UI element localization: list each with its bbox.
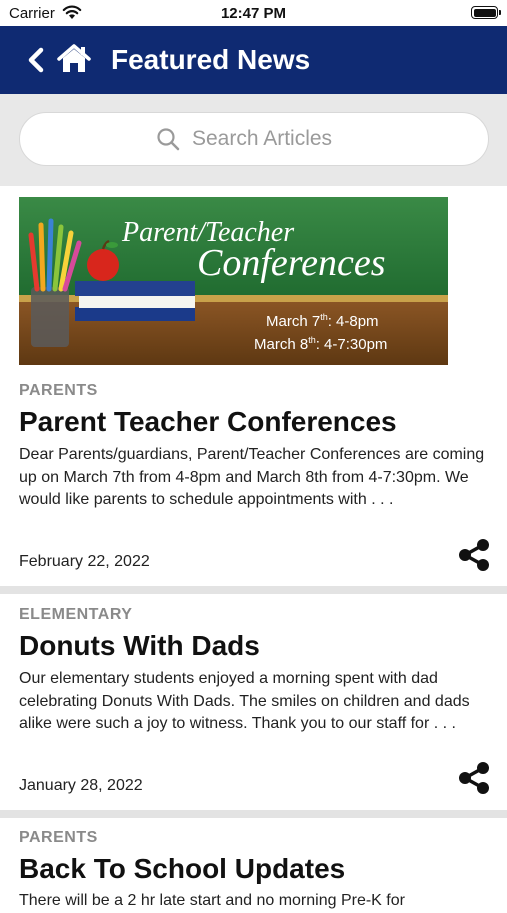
home-icon[interactable] [57, 44, 91, 74]
share-icon[interactable] [457, 761, 491, 795]
article-excerpt: There will be a 2 hr late start and no m… [19, 892, 405, 909]
article-date: February 22, 2022 [19, 553, 150, 570]
article-excerpt: Dear Parents/guardians, Parent/Teacher C… [19, 446, 485, 508]
article-excerpt: Our elementary students enjoyed a mornin… [19, 670, 470, 732]
article-title[interactable]: Back To School Updates [19, 853, 345, 885]
status-bar: Carrier 12:47 PM [0, 0, 507, 26]
banner-date-2: March 8th: 4-7:30pm [254, 335, 387, 353]
search-area [0, 94, 507, 186]
banner-title-line2: Conferences [197, 242, 386, 284]
battery-icon [471, 6, 501, 19]
share-icon[interactable] [457, 538, 491, 572]
article-title[interactable]: Donuts With Dads [19, 630, 260, 662]
search-bar[interactable] [19, 112, 489, 166]
status-time: 12:47 PM [220, 5, 287, 22]
article-category: ELEMENTARY [19, 606, 133, 623]
article-category: PARENTS [19, 382, 98, 399]
search-icon [157, 128, 180, 151]
search-input[interactable] [192, 127, 352, 151]
article-image[interactable]: Parent/Teacher Conferences March 7th: 4-… [19, 197, 448, 365]
article-category: PARENTS [19, 829, 98, 846]
divider [0, 586, 507, 594]
nav-header: Featured News [0, 26, 507, 94]
article-date: January 28, 2022 [19, 777, 143, 794]
chevron-left-icon[interactable] [26, 46, 48, 74]
article-title[interactable]: Parent Teacher Conferences [19, 406, 397, 438]
page-title: Featured News [111, 44, 311, 75]
divider [0, 810, 507, 818]
